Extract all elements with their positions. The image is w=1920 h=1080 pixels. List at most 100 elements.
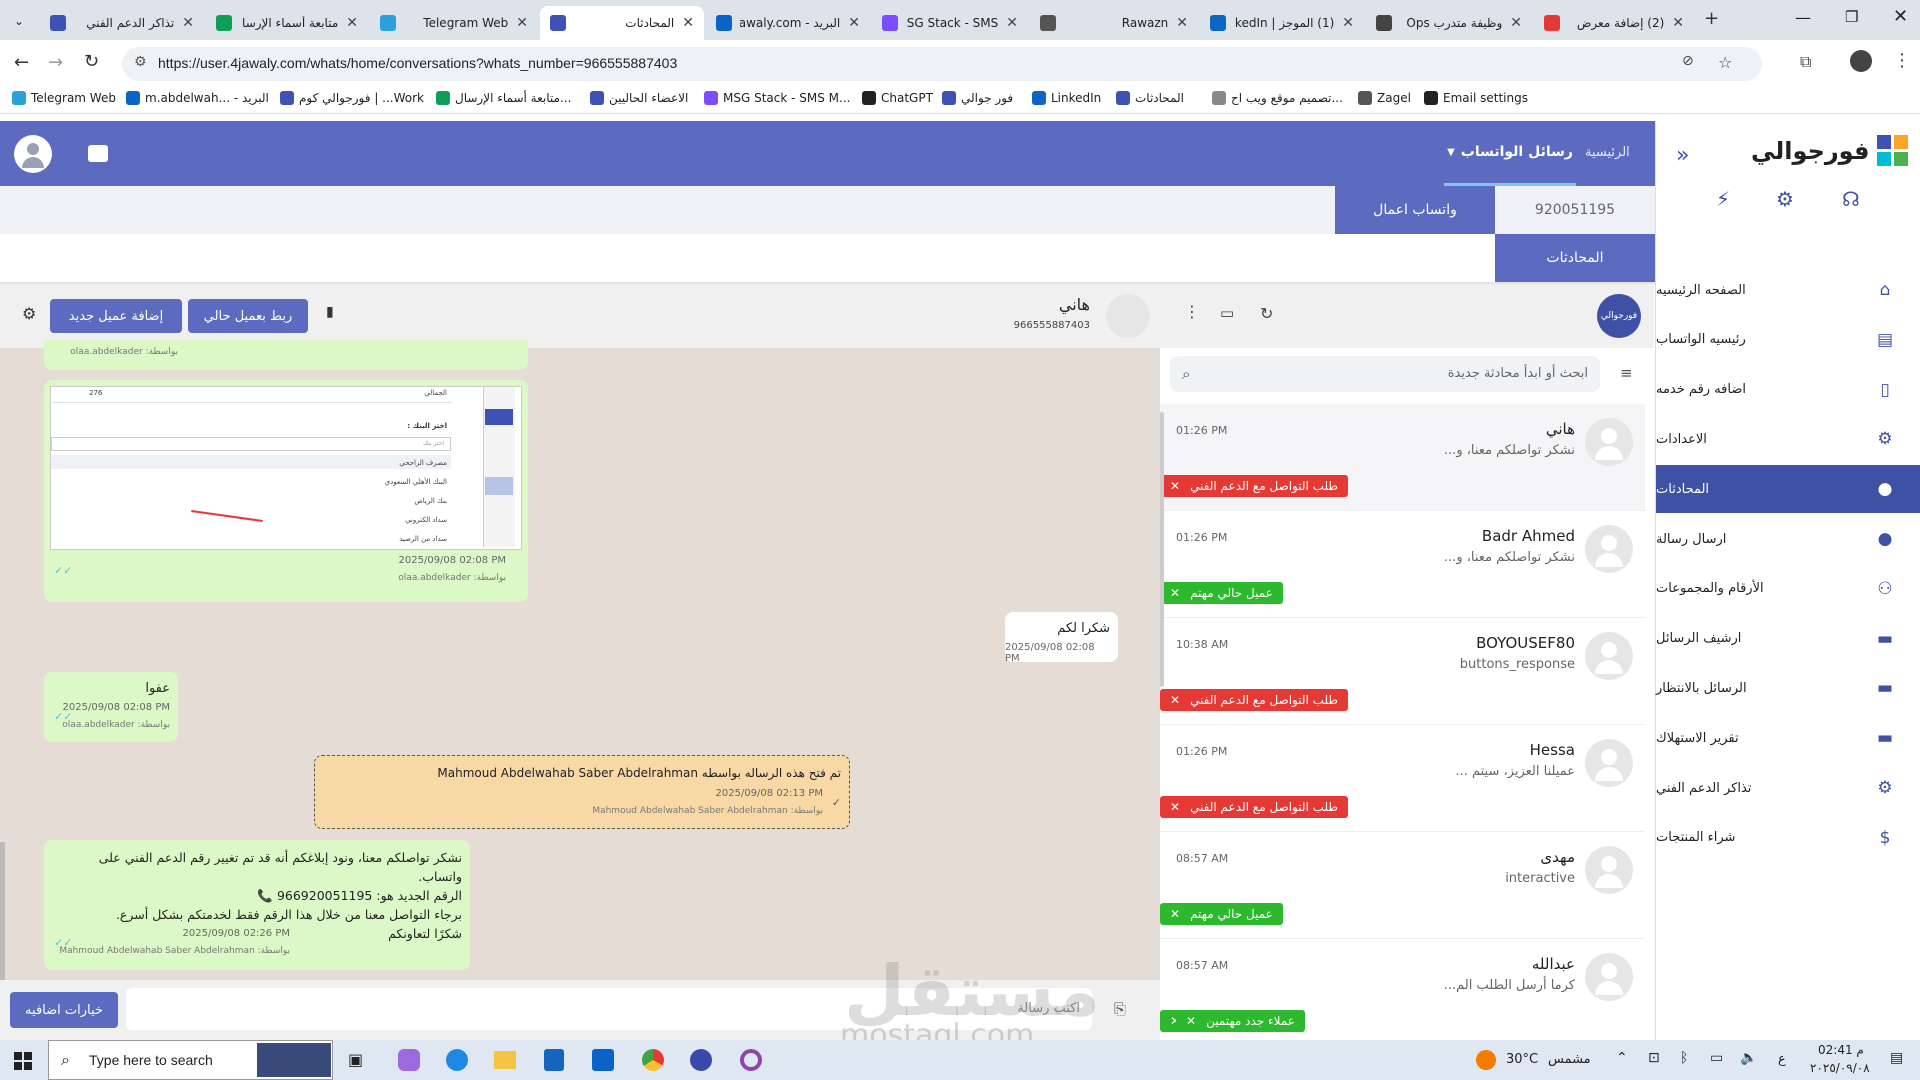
browser-tab[interactable]: Telegram Web ✕ (370, 6, 538, 40)
bookmark-item[interactable]: Telegram Web (12, 91, 116, 105)
collapse-sidebar-icon[interactable]: » (1676, 143, 1689, 168)
sidebar-item[interactable]: ⚙ تذاكر الدعم الفني (1656, 764, 1920, 812)
tag-remove-icon[interactable]: ✕ (1170, 800, 1180, 814)
tab-close-icon[interactable]: ✕ (516, 15, 528, 31)
new-chat-icon[interactable]: ▭ (1220, 304, 1234, 322)
chrome-icon[interactable] (642, 1049, 664, 1071)
bookmark-item[interactable]: MSG Stack - SMS M... (704, 91, 850, 105)
reload-icon[interactable]: ↻ (84, 51, 99, 72)
conversation-tag[interactable]: طلب التواصل مع الدعم الفني ✕ (1160, 796, 1348, 818)
link-existing-customer-button[interactable]: ربط بعميل حالي (188, 299, 308, 333)
nav-whatsapp-messages[interactable]: رسائل الواتساب ▼ (1444, 121, 1576, 186)
new-tab-button[interactable]: + (1704, 8, 1719, 29)
file-explorer-icon[interactable] (494, 1051, 516, 1069)
star-icon[interactable]: ☆ (1718, 53, 1732, 72)
store-icon[interactable] (544, 1049, 564, 1071)
service-number-tab[interactable]: 920051195 (1495, 186, 1655, 234)
conversation-tag[interactable]: طلب التواصل مع الدعم الفني ✕ (1160, 475, 1348, 497)
filter-icon[interactable]: ≡ (1620, 364, 1633, 382)
bookmark-icon[interactable]: ▮ (326, 304, 334, 320)
outlook-icon[interactable] (592, 1049, 614, 1071)
browser-tab[interactable]: (2) إضافة معرض ✕ (1534, 6, 1694, 40)
browser-tab[interactable]: MSG Stack - SMS ✕ (872, 6, 1028, 40)
tab-close-icon[interactable]: ✕ (1006, 15, 1018, 31)
browser-tab[interactable]: متابعة أسماء الإرسا ✕ (206, 6, 368, 40)
tab-close-icon[interactable]: ✕ (682, 15, 694, 31)
browser-tab[interactable]: (1) الموجز | LinkedIn ✕ (1200, 6, 1364, 40)
tag-remove-icon[interactable]: ✕ (1170, 479, 1180, 493)
sidebar-item[interactable]: ⚇ الأرقام والمجموعات (1656, 565, 1920, 613)
restore-button[interactable]: ❐ (1845, 8, 1858, 26)
more-options-icon[interactable]: ⋮ (1184, 302, 1200, 321)
bookmark-item[interactable]: ChatGPT (862, 91, 933, 105)
network-icon[interactable]: ▭ (1710, 1050, 1723, 1066)
bookmark-item[interactable]: فور جوالي (942, 91, 1013, 105)
support-headset-icon[interactable]: ☊ (1842, 187, 1860, 211)
search-input[interactable]: ⌕ ابحث أو ابدأ محادثة جديدة (1170, 356, 1600, 392)
sidebar-item[interactable]: ⌂ الصفحه الرئيسيه (1656, 266, 1920, 314)
bookmark-item[interactable]: فورجوالي كوم | ...Work (280, 91, 424, 105)
bookmark-item[interactable]: المحادثات (1116, 91, 1184, 105)
conversation-item[interactable]: هاني نشكر تواصلكم معنا، و... 01:26 PM طلب ا… (1160, 404, 1645, 511)
chat-scrollbar[interactable] (0, 842, 5, 982)
task-view-icon[interactable]: ▣ (348, 1050, 363, 1069)
taskbar-search[interactable]: ⌕ Type here to search (48, 1040, 333, 1080)
window-close-button[interactable]: ✕ (1893, 6, 1908, 27)
tag-remove-icon[interactable]: ✕ (1170, 693, 1180, 707)
extensions-icon[interactable]: ⧉ (1800, 52, 1811, 72)
bookmark-item[interactable]: متابعة أسماء الإرسال... (436, 91, 571, 105)
conversations-tab[interactable]: المحادثات (1495, 234, 1655, 282)
edge-icon[interactable] (446, 1049, 468, 1071)
url-text[interactable]: https://user.4jawaly.com/whats/home/conv… (158, 55, 677, 71)
bluetooth-icon[interactable]: ᛒ (1680, 1050, 1688, 1066)
browser-menu-icon[interactable]: ⋮ (1893, 50, 1911, 71)
bookmark-item[interactable]: Email settings (1424, 91, 1528, 105)
tag-remove-icon[interactable]: ✕ (1186, 1014, 1196, 1028)
back-icon[interactable]: ← (14, 52, 29, 73)
start-icon[interactable] (14, 1052, 32, 1070)
account-avatar[interactable]: فورجوالي (1597, 294, 1641, 338)
address-bar[interactable]: ⚙ https://user.4jawaly.com/whats/home/co… (122, 47, 1762, 81)
browser-tab[interactable]: تذاكر الدعم الفني ✕ (40, 6, 204, 40)
volume-icon[interactable]: 🔈 (1740, 1050, 1757, 1066)
wallet-icon[interactable] (88, 145, 108, 162)
settings-icon[interactable]: ⚙ (1776, 187, 1794, 211)
clock-time[interactable]: 02:41 م (1818, 1043, 1864, 1057)
site-info-icon[interactable]: ⚙ (134, 54, 147, 70)
browser-tab[interactable]: البريد - awaly.com ✕ (706, 6, 870, 40)
profile-avatar[interactable] (1850, 50, 1872, 72)
conversation-tag[interactable]: طلب التواصل مع الدعم الفني ✕ (1160, 689, 1348, 711)
sidebar-item[interactable]: ▬ ارشيف الرسائل (1656, 615, 1920, 663)
nav-home[interactable]: الرئيسية (1585, 145, 1630, 160)
conversation-item[interactable]: Hessa عميلنا العزيز، سيتم ... 01:26 PM طلب … (1160, 725, 1645, 832)
sidebar-item[interactable]: ● المحادثات (1656, 465, 1920, 514)
language-indicator[interactable]: ع (1778, 1052, 1786, 1067)
sidebar-item[interactable]: $ شراء المنتجات (1656, 814, 1920, 862)
lightning-icon[interactable]: ⚡ (1716, 187, 1730, 211)
chat-settings-icon[interactable]: ⚙ (22, 304, 36, 323)
tray-app-icon[interactable]: ⊡ (1648, 1050, 1660, 1066)
browser-tab[interactable]: وظيفة متدرب Ops ✕ (1366, 6, 1532, 40)
forward-icon[interactable]: → (48, 52, 63, 73)
bookmark-item[interactable]: LinkedIn (1032, 91, 1101, 105)
tab-close-icon[interactable]: ✕ (1176, 15, 1188, 31)
tab-close-icon[interactable]: ✕ (1510, 15, 1522, 31)
browser-tab[interactable]: المحادثات ✕ (540, 6, 704, 40)
browser-tab[interactable]: Rawazn ✕ (1030, 6, 1198, 40)
conversation-tag[interactable]: عملاء جدد مهتمين ✕ (1176, 1010, 1305, 1032)
business-whatsapp-tab[interactable]: واتساب اعمال (1335, 186, 1495, 234)
obs-icon[interactable] (740, 1049, 762, 1071)
add-new-customer-button[interactable]: إضافة عميل جديد (50, 299, 182, 333)
app-icon[interactable] (690, 1049, 712, 1071)
sidebar-item[interactable]: ▬ تقرير الاستهلاك (1656, 714, 1920, 762)
extra-options-button[interactable]: خيارات اضافيه (10, 992, 118, 1028)
attach-icon[interactable]: ⎘ (1114, 1000, 1126, 1018)
clock-date[interactable]: ٢٠٢٥/٠٩/٠٨ (1810, 1061, 1870, 1075)
tab-close-icon[interactable]: ✕ (1672, 15, 1684, 31)
bookmark-item[interactable]: m.abdelwah... - البريد (126, 91, 269, 105)
notifications-icon[interactable]: ▤ (1890, 1050, 1903, 1066)
minimize-button[interactable]: — (1795, 8, 1811, 27)
tag-remove-icon[interactable]: ✕ (1170, 907, 1180, 921)
conversation-tag[interactable]: عميل حالي مهتم ✕ (1160, 903, 1283, 925)
sidebar-item[interactable]: ▯ اضافه رقم خدمه (1656, 366, 1920, 414)
